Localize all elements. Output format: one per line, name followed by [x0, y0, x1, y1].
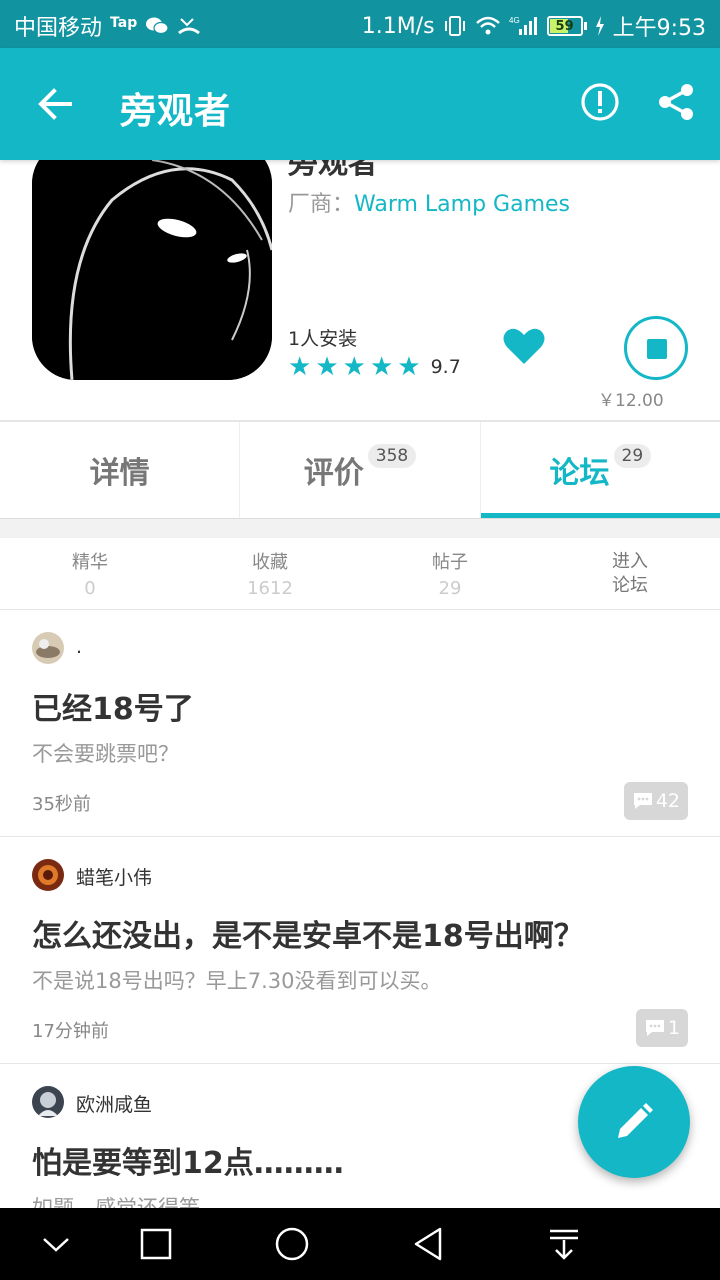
star-icon: ★ — [288, 352, 312, 382]
wifi-icon — [475, 15, 501, 37]
post-time: 35秒前 — [32, 794, 91, 815]
stat-label: 精华 — [72, 552, 108, 573]
notification-pulldown-icon[interactable] — [546, 1226, 582, 1262]
stat-posts[interactable]: 帖子 29 — [360, 538, 540, 609]
battery-icon: 59 — [546, 16, 587, 36]
enter-forum-line1: 进入 — [612, 550, 648, 572]
comment-count: 42 — [655, 790, 680, 812]
stat-value: 1612 — [247, 578, 293, 599]
install-count: 1人安装 — [288, 328, 358, 350]
post-excerpt: 如题，感觉还得等 — [32, 1196, 200, 1208]
game-header: 旁观者 厂商：Warm Lamp Games 1人安装 ★ ★ ★ ★ ★ 9.… — [0, 160, 720, 420]
vendor-row: 厂商：Warm Lamp Games — [288, 186, 570, 218]
signal-icon: 4G — [509, 15, 539, 37]
missed-call-icon — [177, 15, 201, 37]
report-icon[interactable] — [580, 82, 620, 122]
forum-post[interactable]: . 已经18号了 不会要跳票吧？ 35秒前 42 — [0, 610, 720, 837]
comment-icon — [645, 1020, 664, 1036]
vendor-label: 厂商： — [288, 192, 355, 217]
comment-icon — [633, 793, 652, 809]
clock: 上午9:53 — [612, 16, 706, 41]
game-icon[interactable] — [32, 160, 272, 380]
vibrate-icon — [443, 15, 467, 37]
network-speed: 1.1M/s — [361, 13, 435, 39]
tab-reviews[interactable]: 评价 358 — [240, 422, 481, 518]
wechat-icon — [145, 16, 169, 36]
count-badge: 29 — [613, 444, 652, 468]
compose-post-button[interactable] — [578, 1066, 690, 1178]
post-excerpt: 不会要跳票吧？ — [32, 742, 179, 766]
post-author: 欧洲咸鱼 — [76, 1094, 153, 1116]
post-excerpt: 不是说18号出吗？早上7.30没看到可以买。 — [32, 969, 442, 993]
avatar[interactable] — [32, 1086, 64, 1118]
tab-label: 评价 — [303, 456, 364, 491]
favorite-heart-icon[interactable] — [502, 326, 546, 366]
forum-stats: 精华 0 收藏 1612 帖子 29 进入 论坛 — [0, 538, 720, 610]
tab-forum[interactable]: 论坛 29 — [480, 422, 720, 518]
comment-count-badge: 42 — [623, 782, 688, 820]
section-gap — [0, 518, 720, 538]
back-arrow-icon[interactable] — [34, 82, 78, 126]
tab-details[interactable]: 详情 — [0, 422, 241, 518]
post-title: 已经18号了 — [32, 692, 194, 727]
post-author: 蜡笔小伟 — [76, 867, 153, 889]
post-title: 怕是要等到12点……… — [32, 1146, 344, 1181]
recent-apps-icon[interactable] — [138, 1226, 174, 1262]
rating-score: 9.7 — [430, 356, 461, 378]
download-stop-button[interactable] — [624, 316, 688, 380]
stat-value: 29 — [438, 578, 462, 599]
enter-forum-line2: 论坛 — [612, 574, 648, 596]
system-navigation-bar — [0, 1208, 720, 1280]
tab-bar: 详情 评价 358 论坛 29 — [0, 422, 720, 518]
tab-label: 详情 — [89, 456, 150, 491]
back-triangle-icon[interactable] — [410, 1226, 446, 1262]
stat-featured[interactable]: 精华 0 — [0, 538, 180, 609]
avatar[interactable] — [32, 632, 64, 664]
star-icon: ★ — [369, 352, 394, 382]
svg-text:4G: 4G — [509, 16, 520, 25]
status-bar: 中国移动 Tap 1.1M/s 4G 59 上午9:53 — [0, 0, 720, 48]
count-badge: 358 — [367, 444, 417, 468]
stat-label: 收藏 — [252, 552, 288, 573]
carrier-label: 中国移动 — [14, 16, 103, 41]
game-name: 旁观者 — [288, 160, 378, 181]
tab-label: 论坛 — [549, 456, 610, 491]
pencil-icon — [618, 1103, 653, 1138]
comment-count: 1 — [667, 1017, 680, 1039]
post-title: 怎么还没出，是不是安卓不是18号出啊？ — [32, 919, 584, 954]
home-icon[interactable] — [274, 1226, 310, 1262]
stat-value: 0 — [84, 578, 96, 599]
rating-stars: ★ ★ ★ ★ ★ 9.7 — [288, 354, 461, 380]
post-time: 17分钟前 — [32, 1021, 109, 1042]
charging-icon — [595, 16, 605, 36]
vendor-link[interactable]: Warm Lamp Games — [354, 192, 570, 217]
chevron-down-icon[interactable] — [38, 1226, 74, 1262]
stop-icon — [647, 339, 667, 359]
star-icon: ★ — [342, 352, 366, 382]
stat-favorites[interactable]: 收藏 1612 — [180, 538, 360, 609]
post-author: . — [76, 636, 83, 658]
stat-label: 帖子 — [432, 552, 468, 573]
forum-post[interactable]: 蜡笔小伟 怎么还没出，是不是安卓不是18号出啊？ 不是说18号出吗？早上7.30… — [0, 837, 720, 1064]
page-title: 旁观者 — [120, 91, 232, 132]
share-icon[interactable] — [656, 82, 696, 122]
comment-count-badge: 1 — [635, 1009, 688, 1047]
app-bar: 旁观者 — [0, 48, 720, 160]
tap-label: Tap — [110, 15, 138, 31]
star-icon: ★ — [315, 352, 339, 382]
avatar[interactable] — [32, 859, 64, 891]
star-icon: ★ — [397, 352, 421, 382]
enter-forum-button[interactable]: 进入 论坛 — [540, 538, 720, 609]
price-label: ￥12.00 — [598, 391, 664, 411]
